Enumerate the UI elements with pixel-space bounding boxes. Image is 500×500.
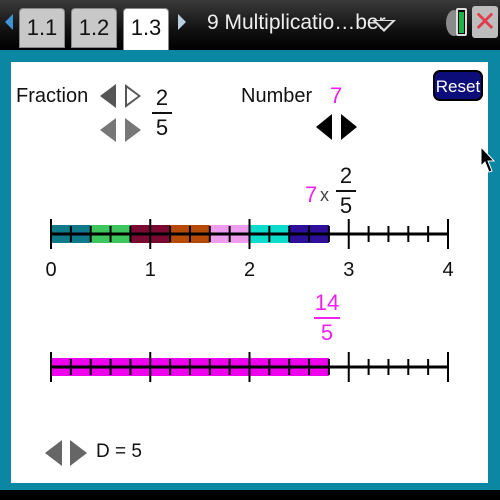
tick-label: 1 <box>145 259 156 281</box>
d-increase-arrow-icon[interactable] <box>70 440 87 466</box>
denominator-readout: D = 5 <box>96 441 142 462</box>
tick-label: 4 <box>442 259 453 281</box>
d-decrease-arrow-icon[interactable] <box>45 440 62 466</box>
tick-label: 3 <box>343 259 354 281</box>
tick-label: 2 <box>244 259 255 281</box>
number-lines: 0 1 2 3 4 <box>45 219 454 382</box>
tick-label: 0 <box>45 259 56 281</box>
mouse-pointer-icon <box>480 146 496 173</box>
